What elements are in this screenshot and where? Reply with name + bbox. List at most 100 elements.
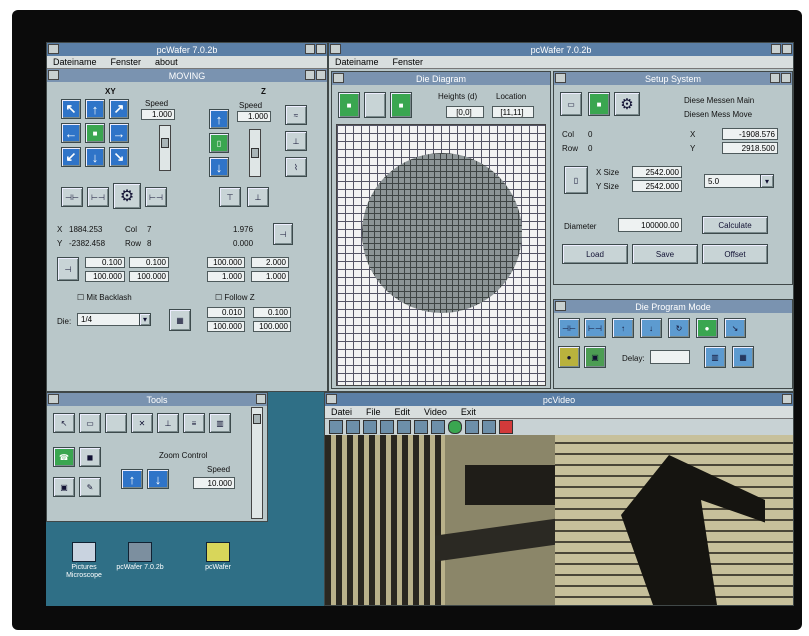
- video-grid-icon[interactable]: [482, 420, 496, 434]
- z-down-button[interactable]: ↓: [209, 157, 229, 177]
- delay-field[interactable]: [650, 350, 690, 364]
- desktop-icon-pictures[interactable]: Pictures Microscope: [54, 542, 114, 580]
- move-up-button[interactable]: ↑: [85, 99, 105, 119]
- rel-y-field[interactable]: 0.100: [129, 257, 169, 268]
- video-menu-file[interactable]: File: [366, 407, 381, 417]
- lens-wheel-icon[interactable]: ⚙: [113, 183, 141, 209]
- z-step-field-1[interactable]: 100.000: [207, 257, 245, 268]
- move-downleft-button[interactable]: ↙: [61, 147, 81, 167]
- secondary-maximize-icon[interactable]: [782, 44, 792, 54]
- die-program-system-icon[interactable]: [555, 301, 566, 311]
- setup-option-1[interactable]: Diese Messen Main: [684, 96, 754, 105]
- microscope-video-feed[interactable]: [325, 435, 793, 605]
- move-downright-button[interactable]: ↘: [109, 147, 129, 167]
- diameter-field[interactable]: 100000.00: [618, 218, 682, 232]
- z-up-button[interactable]: ↑: [209, 109, 229, 129]
- step-left-button[interactable]: ⊣⊢: [61, 187, 83, 207]
- save-button[interactable]: Save: [632, 244, 698, 264]
- step-field-3[interactable]: 100.000: [207, 321, 245, 332]
- video-menu-video[interactable]: Video: [424, 407, 447, 417]
- z-step-field-3[interactable]: 1.000: [207, 271, 245, 282]
- step-field-1[interactable]: 0.010: [207, 307, 245, 318]
- diagram-tool-2-icon[interactable]: [364, 92, 386, 118]
- move-down-button[interactable]: ↓: [85, 147, 105, 167]
- video-stop-icon[interactable]: [499, 420, 513, 434]
- program-run-icon[interactable]: ●: [696, 318, 718, 338]
- offset-button[interactable]: Offset: [702, 244, 768, 264]
- wrench-tool-icon[interactable]: ✕: [131, 413, 153, 433]
- program-up-icon[interactable]: ↑: [612, 318, 634, 338]
- z-step-field-4[interactable]: 1.000: [251, 271, 289, 282]
- panel-minimize-icon[interactable]: [305, 70, 315, 80]
- video-save-icon[interactable]: [346, 420, 360, 434]
- ruler-tool-icon[interactable]: ≡: [183, 413, 205, 433]
- tools-system-icon[interactable]: [48, 394, 59, 404]
- disk-tool-icon[interactable]: ▣: [53, 477, 75, 497]
- move-upleft-button[interactable]: ↖: [61, 99, 81, 119]
- program-extra-1-icon[interactable]: ▥: [704, 346, 726, 368]
- video-menu-edit[interactable]: Edit: [395, 407, 411, 417]
- xy-speed-field[interactable]: 1.000: [141, 109, 175, 120]
- program-extra-2-icon[interactable]: ▦: [732, 346, 754, 368]
- z-speed-field[interactable]: 1.000: [237, 111, 271, 122]
- menu-fenster[interactable]: Fenster: [111, 57, 142, 67]
- pointer-tool-icon[interactable]: ↖: [53, 413, 75, 433]
- video-minimize-icon[interactable]: [782, 394, 792, 404]
- wafer-size-select[interactable]: 5.0: [704, 174, 762, 188]
- move-left-button[interactable]: ←: [61, 123, 81, 143]
- tools-minimize-icon[interactable]: [256, 394, 266, 404]
- step-right-button[interactable]: ⊢⊣: [87, 187, 109, 207]
- ysize-field[interactable]: 2542.000: [632, 180, 682, 192]
- move-upright-button[interactable]: ↗: [109, 99, 129, 119]
- video-paste-icon[interactable]: [397, 420, 411, 434]
- menu-about[interactable]: about: [155, 57, 178, 67]
- diagram-tool-3-icon[interactable]: ■: [390, 92, 412, 118]
- calculate-button[interactable]: Calculate: [702, 216, 768, 234]
- die-dropdown-button[interactable]: ▾: [139, 313, 151, 326]
- phone-tool-icon[interactable]: ☎: [53, 447, 75, 467]
- relative-step-icon[interactable]: ⊣: [57, 257, 79, 281]
- desktop-icon-pcwafer-app[interactable]: pcWafer: [188, 542, 248, 572]
- setup-minimize-icon[interactable]: [770, 73, 780, 83]
- program-save-icon[interactable]: ▣: [584, 346, 606, 368]
- table-tool-icon[interactable]: ▥: [209, 413, 231, 433]
- panel-system-icon[interactable]: [48, 70, 59, 80]
- video-print-icon[interactable]: [363, 420, 377, 434]
- probe-tool-icon[interactable]: ⊥: [157, 413, 179, 433]
- z-home-button[interactable]: ▯: [209, 133, 229, 153]
- rel-y2-field[interactable]: 100.000: [129, 271, 169, 282]
- video-system-icon[interactable]: [326, 394, 337, 404]
- menu-dateiname[interactable]: Dateiname: [53, 57, 97, 67]
- zoom-out-button[interactable]: ↓: [147, 469, 169, 489]
- move-home-button[interactable]: ■: [85, 123, 105, 143]
- z-step-down-button[interactable]: ⊥: [247, 187, 269, 207]
- follow-z-checkbox[interactable]: ☐ Follow Z: [215, 293, 255, 302]
- zoom-speed-field[interactable]: 10.000: [193, 477, 235, 489]
- video-menu-exit[interactable]: Exit: [461, 407, 476, 417]
- setup-tool-2-icon[interactable]: ■: [588, 92, 610, 116]
- move-right-button[interactable]: →: [109, 123, 129, 143]
- z-speed-slider[interactable]: [249, 129, 261, 177]
- secondary-minimize-icon[interactable]: [771, 44, 781, 54]
- video-open-icon[interactable]: [329, 420, 343, 434]
- desktop-icon-pcwafer[interactable]: pcWafer 7.0.2b: [110, 542, 170, 572]
- video-zoom-icon[interactable]: [414, 420, 428, 434]
- program-record-icon[interactable]: ●: [558, 346, 580, 368]
- video-live-icon[interactable]: [448, 420, 462, 434]
- xsize-field[interactable]: 2542.000: [632, 166, 682, 178]
- tools-scrollbar[interactable]: [251, 407, 263, 519]
- z-step-field-2[interactable]: 2.000: [251, 257, 289, 268]
- z-step-up-button[interactable]: ⊤: [219, 187, 241, 207]
- backlash-checkbox[interactable]: ☐ Mit Backlash: [77, 293, 132, 302]
- die-select[interactable]: 1/4: [77, 313, 147, 326]
- load-button[interactable]: Load: [562, 244, 628, 264]
- setup-x-field[interactable]: -1908.576: [722, 128, 778, 140]
- step-field-2[interactable]: 0.100: [253, 307, 291, 318]
- diagram-tool-1-icon[interactable]: ■: [338, 92, 360, 118]
- die-grid-canvas[interactable]: [336, 124, 546, 386]
- step-field-4[interactable]: 100.000: [253, 321, 291, 332]
- setup-wheel-icon[interactable]: ⚙: [614, 92, 640, 116]
- video-settings-icon[interactable]: [465, 420, 479, 434]
- surface-icon[interactable]: ⌇: [285, 157, 307, 177]
- video-menu-datei[interactable]: Datei: [331, 407, 352, 417]
